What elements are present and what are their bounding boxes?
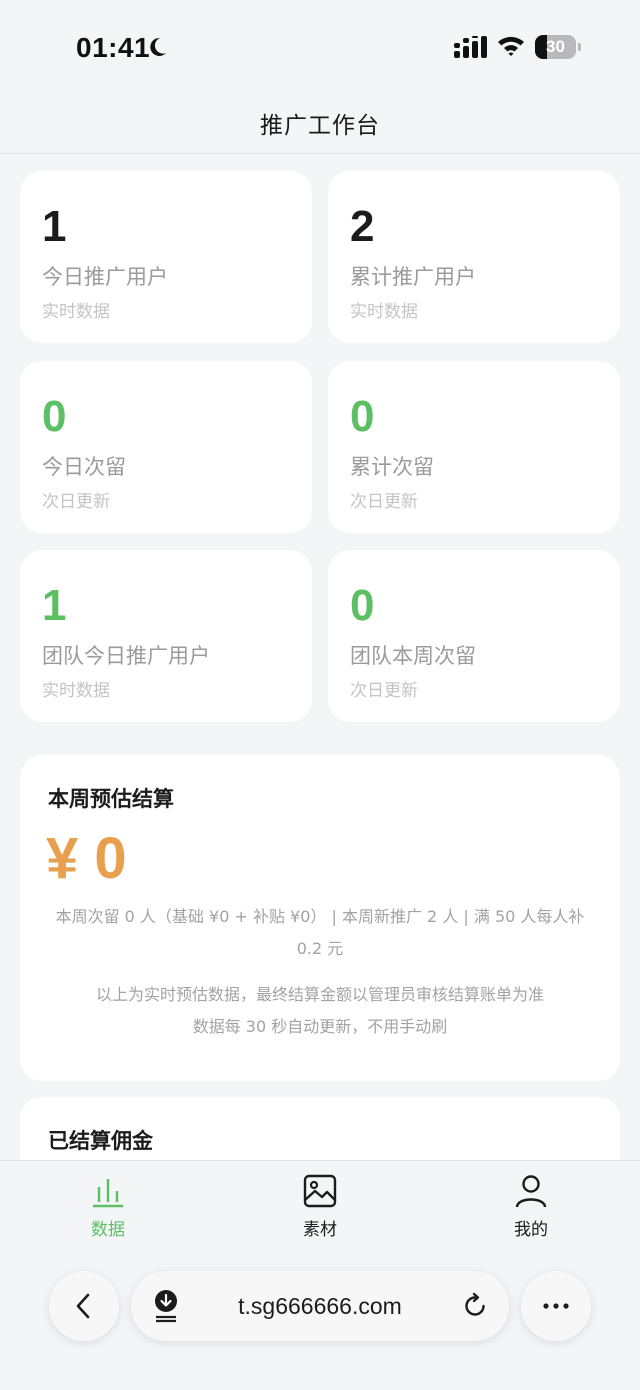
- wifi-icon: [498, 36, 524, 56]
- stat-note: 次日更新: [350, 681, 418, 701]
- user-icon: [515, 1175, 547, 1208]
- tab-materials[interactable]: 素材: [260, 1173, 380, 1243]
- stat-note: 实时数据: [42, 681, 110, 701]
- tab-label: 我的: [514, 1220, 548, 1240]
- stat-label: 累计推广用户: [350, 265, 476, 289]
- stat-note: 次日更新: [42, 492, 110, 512]
- stat-value: 0: [350, 392, 375, 441]
- stat-label: 今日推广用户: [42, 265, 168, 289]
- stat-value: 1: [42, 202, 67, 251]
- reload-icon[interactable]: [461, 1292, 489, 1320]
- stat-value: 0: [42, 392, 67, 441]
- stat-label: 累计次留: [350, 455, 434, 479]
- stat-value: 1: [42, 581, 67, 630]
- battery-icon: 30: [535, 35, 581, 59]
- tab-data[interactable]: 数据: [48, 1173, 168, 1243]
- settlement-footnote-line: 数据每 30 秒自动更新，不用手动刷: [192, 1017, 448, 1036]
- stat-card-today-retention[interactable]: 0 今日次留 次日更新: [20, 361, 312, 533]
- weekly-settlement-card: 本周预估结算 ¥ 0 本周次留 0 人（基础 ¥0 + 补贴 ¥0） | 本周新…: [20, 755, 620, 1081]
- tab-mine[interactable]: 我的: [471, 1173, 591, 1243]
- stat-label: 团队本周次留: [350, 644, 476, 668]
- stat-card-team-today-users[interactable]: 1 团队今日推广用户 实时数据: [20, 550, 312, 722]
- chevron-left-icon: [76, 1293, 90, 1319]
- moon-icon: [150, 37, 166, 56]
- signal-icon: [454, 36, 487, 58]
- stat-note: 实时数据: [42, 302, 110, 322]
- settlement-footnote-line: 以上为实时预估数据，最终结算金额以管理员审核结算账单为准: [95, 985, 544, 1004]
- stat-value: 2: [350, 202, 375, 251]
- settlement-amount: ¥ 0: [46, 826, 127, 891]
- stat-label: 团队今日推广用户: [42, 644, 210, 668]
- stat-card-today-users[interactable]: 1 今日推广用户 实时数据: [20, 171, 312, 343]
- paid-commission-title: 已结算佣金: [48, 1129, 153, 1153]
- stat-note: 次日更新: [350, 492, 418, 512]
- stat-value: 0: [350, 581, 375, 630]
- image-icon: [303, 1174, 337, 1208]
- page-title: 推广工作台: [260, 113, 380, 139]
- browser-url: t.sg666666.com: [238, 1293, 402, 1319]
- bottom-area: 数据 素材 我的 t.sg666666.com: [0, 1160, 640, 1390]
- stat-card-total-users[interactable]: 2 累计推广用户 实时数据: [328, 171, 620, 343]
- settlement-description: 本周次留 0 人（基础 ¥0 + 补贴 ¥0） | 本周新推广 2 人 | 满 …: [55, 907, 585, 958]
- stat-card-total-retention[interactable]: 0 累计次留 次日更新: [328, 361, 620, 533]
- tab-label: 素材: [303, 1220, 337, 1240]
- settlement-footnote: 以上为实时预估数据，最终结算金额以管理员审核结算账单为准 数据每 30 秒自动更…: [46, 979, 594, 1043]
- status-bar: 01:41 30: [0, 0, 640, 92]
- more-icon: [543, 1303, 569, 1309]
- browser-more-button[interactable]: [521, 1271, 591, 1341]
- download-icon: [155, 1290, 177, 1323]
- stat-card-team-week-retention[interactable]: 0 团队本周次留 次日更新: [328, 550, 620, 722]
- browser-address-bar[interactable]: t.sg666666.com: [131, 1271, 509, 1341]
- tab-label: 数据: [91, 1220, 125, 1240]
- settlement-title: 本周预估结算: [48, 787, 174, 811]
- stat-label: 今日次留: [42, 455, 126, 479]
- browser-back-button[interactable]: [49, 1271, 119, 1341]
- app-header: 推广工作台: [0, 92, 640, 154]
- bar-chart-icon: [93, 1179, 123, 1208]
- status-time: 01:41: [76, 32, 151, 63]
- stat-note: 实时数据: [350, 302, 418, 322]
- battery-level: 30: [546, 37, 565, 56]
